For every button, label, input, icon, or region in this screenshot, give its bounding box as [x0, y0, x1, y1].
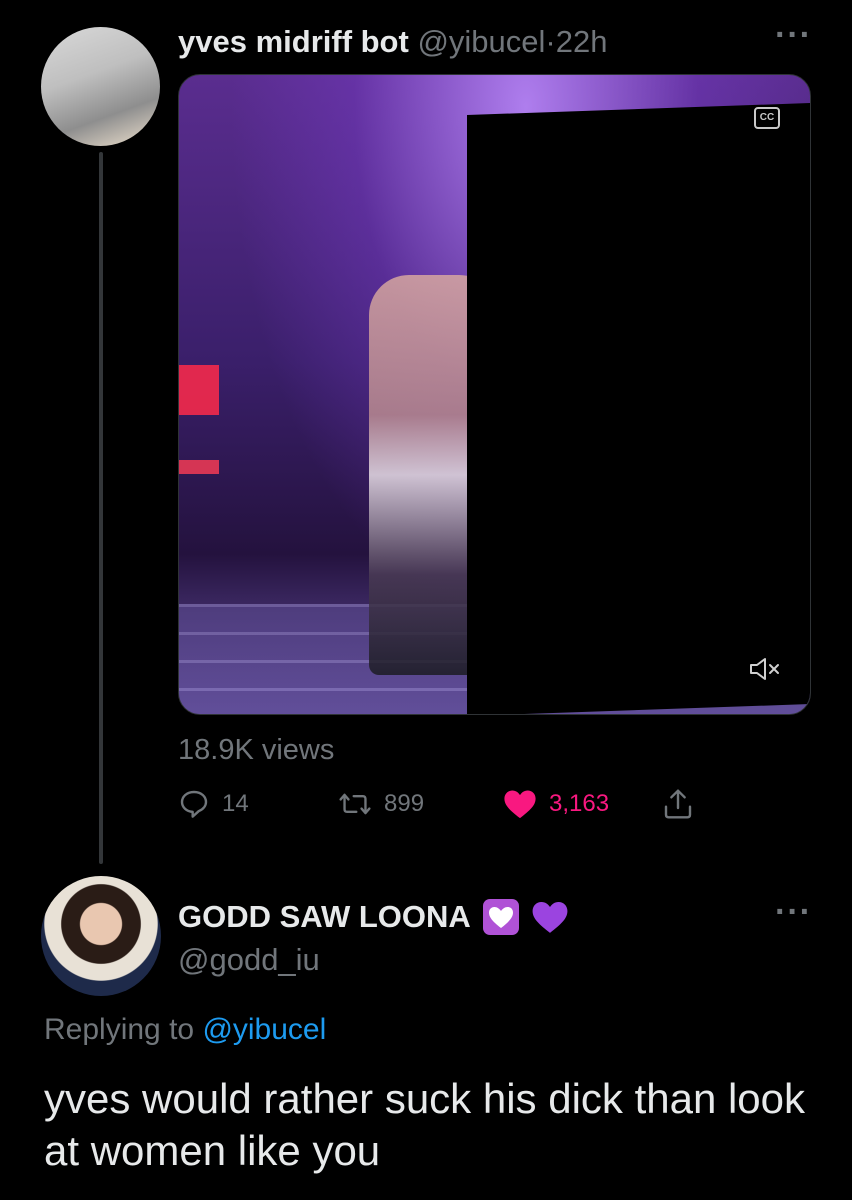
reply-author: GODD SAW LOONA: [178, 897, 569, 937]
author-handle[interactable]: @godd_iu: [178, 942, 320, 978]
tweet-header: yves midriff bot @yibucel·22h: [178, 24, 607, 60]
more-icon[interactable]: ···: [775, 18, 812, 52]
retweet-icon: [339, 793, 371, 815]
video-player[interactable]: [178, 74, 811, 715]
captions-icon[interactable]: CC: [754, 107, 780, 129]
redaction-box: [467, 102, 810, 714]
reply-button[interactable]: 14: [178, 786, 249, 822]
replying-to: Replying to @yibucel: [44, 1013, 326, 1047]
like-button[interactable]: 3,163: [503, 786, 609, 822]
more-icon[interactable]: ···: [775, 895, 812, 929]
thread-connector-line: [99, 152, 103, 864]
replying-mention-link[interactable]: @yibucel: [202, 1013, 326, 1046]
stage-light: [179, 365, 219, 415]
tweet-thread: yves midriff bot @yibucel·22h ··· CC 18.…: [0, 0, 852, 1200]
author-name[interactable]: GODD SAW LOONA: [178, 899, 471, 935]
reply-text: yves would rather suck his dick than loo…: [44, 1075, 806, 1174]
timestamp[interactable]: 22h: [556, 24, 608, 59]
share-icon: [664, 789, 692, 819]
author-handle[interactable]: @yibucel: [417, 24, 545, 59]
heart-icon: [504, 790, 536, 819]
action-bar: 14 899 3,163: [178, 786, 718, 822]
like-count: 3,163: [549, 790, 610, 817]
retweet-count: 899: [384, 790, 425, 817]
separator: ·: [545, 24, 556, 59]
view-count: 18.9K views: [178, 734, 335, 766]
heart-box-emoji-icon: [482, 899, 519, 935]
stage-light: [179, 460, 219, 474]
purple-heart-emoji-icon: [532, 901, 568, 933]
reply-count: 14: [222, 790, 249, 817]
retweet-button[interactable]: 899: [338, 786, 424, 822]
avatar[interactable]: [41, 876, 161, 996]
author-name[interactable]: yves midriff bot: [178, 24, 409, 59]
reply-icon: [180, 790, 208, 818]
mute-icon[interactable]: [749, 656, 781, 682]
avatar[interactable]: [41, 27, 160, 146]
replying-prefix: Replying to: [44, 1013, 195, 1046]
share-button[interactable]: [663, 786, 693, 822]
